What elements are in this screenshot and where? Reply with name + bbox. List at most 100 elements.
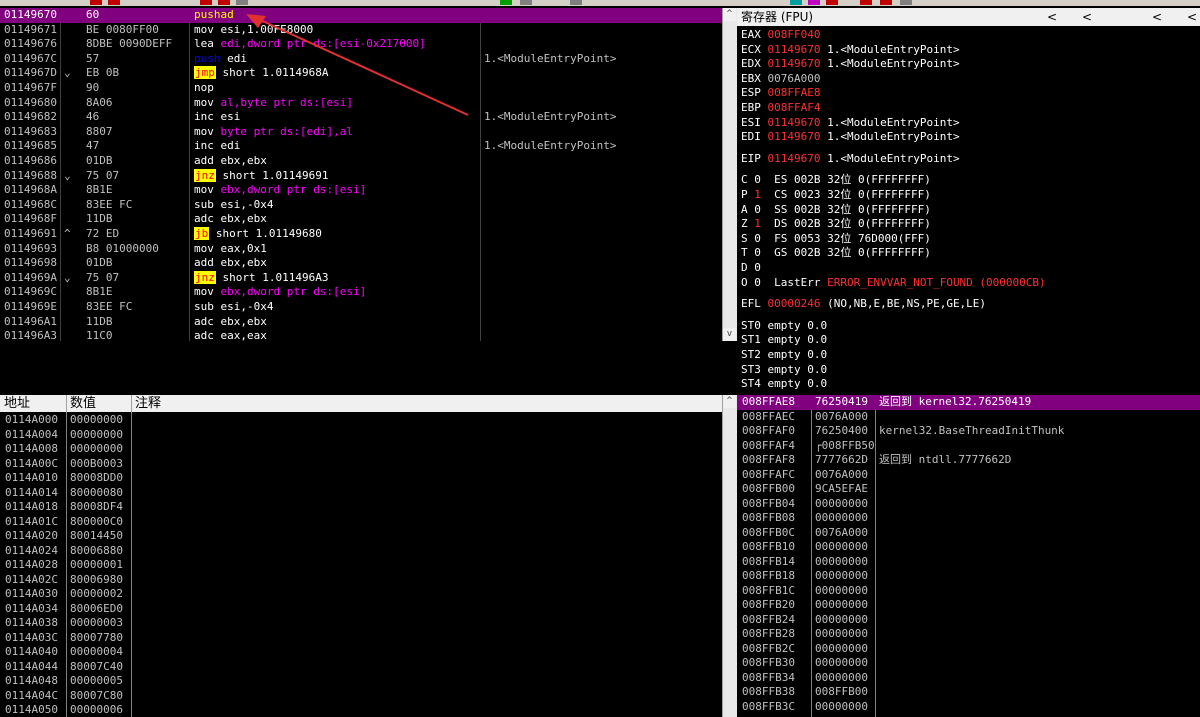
register-value[interactable]: 01149670 bbox=[768, 43, 821, 56]
toolbar-button[interactable] bbox=[826, 0, 838, 5]
disasm-row[interactable]: 01149671 BE 0080FF00 mov esi,1.00FE8000 bbox=[0, 23, 722, 38]
stack-row[interactable]: 008FFB24 00000000 bbox=[737, 613, 1200, 628]
dump-header-comment[interactable]: 注释 bbox=[135, 395, 161, 412]
flag-value[interactable]: 0 bbox=[754, 246, 761, 259]
toolbar-button[interactable] bbox=[880, 0, 892, 5]
toolbar-button[interactable] bbox=[808, 0, 820, 5]
register-header: 寄存器 (FPU) < < < < bbox=[737, 8, 1200, 26]
disasm-row[interactable]: 01149691 ^ 72 ED jb short 1.01149680 bbox=[0, 227, 722, 242]
toolbar-button[interactable] bbox=[236, 0, 248, 5]
stack-row[interactable]: 008FFB38 008FFB00 bbox=[737, 685, 1200, 700]
stack-row[interactable]: 008FFB0C 0076A000 bbox=[737, 526, 1200, 541]
stack-row[interactable]: 008FFAF8 7777662D 返回到 ntdll.7777662D bbox=[737, 453, 1200, 468]
register-pane[interactable]: 寄存器 (FPU) < < < < EAX 008FF040 ECX 01149670… bbox=[737, 8, 1200, 394]
disasm-row[interactable]: 0114967C 57 push edi 1.<ModuleEntryPoint> bbox=[0, 52, 722, 67]
stack-row[interactable]: 008FFAF4 ┌008FFB50 bbox=[737, 439, 1200, 454]
disasm-row[interactable]: 0114967D ⌄ EB 0B jmp short 1.0114968A bbox=[0, 66, 722, 81]
scroll-up-icon[interactable]: ^ bbox=[723, 8, 736, 21]
dump-scrollbar[interactable]: ^ bbox=[722, 395, 737, 717]
stack-row[interactable]: 008FFAE8 76250419 返回到 kernel32.76250419 bbox=[737, 395, 1200, 410]
disasm-row[interactable]: 0114969A ⌄ 75 07 jnz short 1.011496A3 bbox=[0, 270, 722, 286]
disasm-row[interactable]: 01149686 01DB add ebx,ebx bbox=[0, 154, 722, 169]
register-nav-icon[interactable]: < bbox=[1047, 8, 1057, 26]
stack-row[interactable]: 008FFAF0 76250400 kernel32.BaseThreadInitT… bbox=[737, 424, 1200, 439]
toolbar-button[interactable] bbox=[570, 0, 582, 5]
disasm-row[interactable]: 01149670 60 pushad bbox=[0, 8, 722, 23]
register-value[interactable]: 008FFAF4 bbox=[768, 101, 821, 114]
disasm-row[interactable]: 01149698 01DB add ebx,ebx bbox=[0, 256, 722, 271]
scroll-down-icon[interactable]: v bbox=[723, 328, 736, 341]
fpu-register[interactable]: ST1 empty 0.0 bbox=[741, 333, 827, 346]
stack-row[interactable]: 008FFB00 9CA5EFAE bbox=[737, 482, 1200, 497]
register-value[interactable]: 0076A000 bbox=[768, 72, 821, 85]
disasm-row[interactable]: 011496A3 11C0 adc eax,eax bbox=[0, 329, 722, 341]
stack-row[interactable]: 008FFAFC 0076A000 bbox=[737, 468, 1200, 483]
disasm-row[interactable]: 01149683 8807 mov byte ptr ds:[edi],al bbox=[0, 125, 722, 140]
fpu-register[interactable]: ST3 empty 0.0 bbox=[741, 363, 827, 376]
flag-value[interactable]: 0 bbox=[754, 276, 761, 289]
stack-row[interactable]: 008FFB28 00000000 bbox=[737, 627, 1200, 642]
disasm-row[interactable]: 01149682 46 inc esi 1.<ModuleEntryPoint> bbox=[0, 110, 722, 125]
disasm-row[interactable]: 01149693 B8 01000000 mov eax,0x1 bbox=[0, 242, 722, 257]
stack-row[interactable]: 008FFB20 00000000 bbox=[737, 598, 1200, 613]
toolbar-button[interactable] bbox=[90, 0, 102, 5]
disasm-row[interactable]: 01149680 8A06 mov al,byte ptr ds:[esi] bbox=[0, 96, 722, 111]
stack-row[interactable]: 008FFB18 00000000 bbox=[737, 569, 1200, 584]
disasm-row[interactable]: 0114968A 8B1E mov ebx,dword ptr ds:[esi] bbox=[0, 183, 722, 198]
flag-value[interactable]: 0 bbox=[754, 261, 761, 274]
stack-row[interactable]: 008FFB14 00000000 bbox=[737, 555, 1200, 570]
disassembly-scrollbar[interactable]: ^ v bbox=[722, 8, 737, 341]
stack-row[interactable]: 008FFB04 00000000 bbox=[737, 497, 1200, 512]
stack-row[interactable]: 008FFAEC 0076A000 bbox=[737, 410, 1200, 425]
fpu-register[interactable]: ST2 empty 0.0 bbox=[741, 348, 827, 361]
register-value[interactable]: 01149670 bbox=[768, 116, 821, 129]
register-nav-icon[interactable]: < bbox=[1187, 8, 1197, 26]
register-value[interactable]: 01149670 bbox=[768, 152, 821, 165]
toolbar-button[interactable] bbox=[860, 0, 872, 5]
stack-address: 008FFAF0 bbox=[742, 424, 795, 437]
disasm-row[interactable]: 01149685 47 inc edi 1.<ModuleEntryPoint> bbox=[0, 139, 722, 154]
disasm-row[interactable]: 011496A1 11DB adc ebx,ebx bbox=[0, 315, 722, 330]
stack-row[interactable]: 008FFB08 00000000 bbox=[737, 511, 1200, 526]
register-value[interactable]: 01149670 bbox=[768, 130, 821, 143]
disasm-row[interactable]: 0114968C 83EE FC sub esi,-0x4 bbox=[0, 198, 722, 213]
toolbar-button[interactable] bbox=[108, 0, 120, 5]
disasm-row[interactable]: 0114969C 8B1E mov ebx,dword ptr ds:[esi] bbox=[0, 285, 722, 300]
register-value[interactable]: 01149670 bbox=[768, 57, 821, 70]
register-nav-icon[interactable]: < bbox=[1082, 8, 1092, 26]
dump-header-value[interactable]: 数值 bbox=[70, 395, 96, 412]
toolbar-button[interactable] bbox=[200, 0, 212, 5]
register-nav-icon[interactable]: < bbox=[1152, 8, 1162, 26]
stack-row[interactable]: 008FFB30 00000000 bbox=[737, 656, 1200, 671]
register-value[interactable]: 008FFAE8 bbox=[768, 86, 821, 99]
memory-dump-pane[interactable]: 0114A000 00000000 0114A004 00000000 0114A008… bbox=[0, 412, 722, 717]
flag-value[interactable]: 1 bbox=[754, 217, 761, 230]
toolbar-button[interactable] bbox=[900, 0, 912, 5]
stack-row[interactable]: 008FFB3C 00000000 bbox=[737, 700, 1200, 715]
dump-header-address[interactable]: 地址 bbox=[4, 395, 30, 412]
register-value[interactable]: 008FF040 bbox=[768, 28, 821, 41]
toolbar-button[interactable] bbox=[218, 0, 230, 5]
disassembly-pane[interactable]: 01149670 60 pushad 01149671 BE 0080FF00 mov … bbox=[0, 8, 723, 341]
flag-value[interactable]: 1 bbox=[754, 188, 761, 201]
disasm-row[interactable]: 01149676 8DBE 0090DEFF lea edi,dword ptr d… bbox=[0, 37, 722, 52]
flag-value[interactable]: 0 bbox=[754, 173, 761, 186]
disasm-row[interactable]: 01149688 ⌄ 75 07 jnz short 1.01149691 bbox=[0, 168, 722, 184]
scroll-up-icon[interactable]: ^ bbox=[723, 395, 736, 408]
efl-value[interactable]: 00000246 bbox=[768, 297, 821, 310]
stack-row[interactable]: 008FFB2C 00000000 bbox=[737, 642, 1200, 657]
stack-row[interactable]: 008FFB34 00000000 bbox=[737, 671, 1200, 686]
fpu-register[interactable]: ST0 empty 0.0 bbox=[741, 319, 827, 332]
toolbar-button[interactable] bbox=[520, 0, 532, 5]
stack-pane[interactable]: 008FFAE8 76250419 返回到 kernel32.76250419 008… bbox=[737, 395, 1200, 717]
fpu-register[interactable]: ST4 empty 0.0 bbox=[741, 377, 827, 390]
flag-value[interactable]: 0 bbox=[754, 232, 761, 245]
disasm-row[interactable]: 0114967F 90 nop bbox=[0, 81, 722, 96]
flag-value[interactable]: 0 bbox=[754, 203, 761, 216]
toolbar-button[interactable] bbox=[790, 0, 802, 5]
toolbar-button[interactable] bbox=[500, 0, 512, 5]
disasm-row[interactable]: 0114969E 83EE FC sub esi,-0x4 bbox=[0, 300, 722, 315]
stack-row[interactable]: 008FFB1C 00000000 bbox=[737, 584, 1200, 599]
stack-row[interactable]: 008FFB10 00000000 bbox=[737, 540, 1200, 555]
disasm-row[interactable]: 0114968F 11DB adc ebx,ebx bbox=[0, 212, 722, 227]
